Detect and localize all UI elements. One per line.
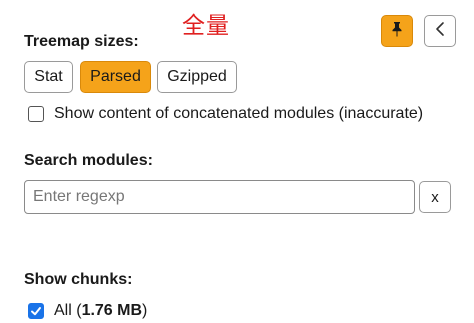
pushpin-icon [390, 21, 404, 42]
chunk-all-option: All (1.76 MB) [28, 302, 147, 320]
chunk-all-label: All (1.76 MB) [54, 302, 147, 320]
chunk-all-close: ) [142, 302, 148, 319]
size-parsed-button[interactable]: Parsed [80, 61, 151, 93]
concatenated-modules-label: Show content of concatenated modules (in… [54, 105, 424, 122]
chevron-left-icon [435, 21, 445, 42]
collapse-sidebar-button[interactable] [424, 15, 456, 47]
pin-button[interactable] [381, 15, 413, 47]
chunk-all-text: All ( [54, 302, 82, 319]
sidebar-panel: 全量 Treemap sizes: Stat Parsed Gzipped Sh… [0, 0, 474, 323]
size-gzipped-button[interactable]: Gzipped [157, 61, 237, 93]
size-stat-button[interactable]: Stat [24, 61, 73, 93]
chunk-all-size: 1.76 MB [81, 302, 143, 319]
concatenated-modules-checkbox[interactable] [28, 106, 44, 122]
clear-search-button[interactable]: x [419, 181, 451, 213]
annotation-label: 全量 [182, 13, 230, 39]
search-input[interactable] [24, 180, 415, 214]
chunk-all-checkbox[interactable] [28, 303, 44, 319]
show-chunks-label: Show chunks: [24, 271, 133, 288]
checkmark-icon [31, 307, 41, 316]
search-modules-label: Search modules: [24, 152, 153, 169]
concatenated-modules-option: Show content of concatenated modules (in… [28, 105, 423, 123]
treemap-sizes-label: Treemap sizes: [24, 33, 139, 50]
